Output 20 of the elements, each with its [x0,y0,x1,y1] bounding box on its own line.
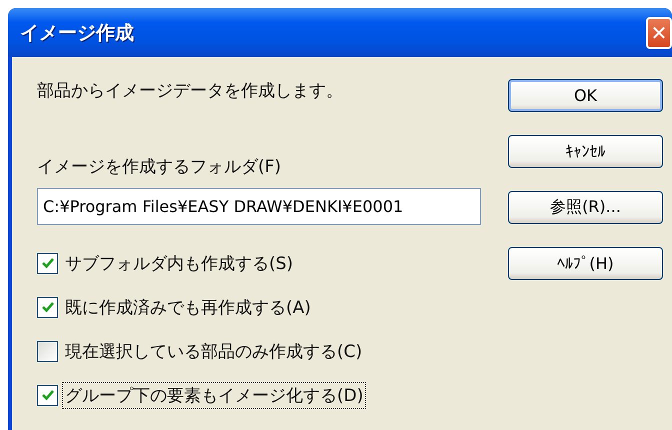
window-title: イメージ作成 [20,20,134,46]
check-icon [40,256,54,270]
checkbox[interactable] [37,340,58,362]
checkbox-label[interactable]: サブフォルダ内も作成する(S) [62,250,296,276]
checkbox-label[interactable]: 現在選択している部品のみ作成する(C) [62,338,366,364]
description-text: 部品からイメージデータを作成します。 [37,80,344,103]
checkbox[interactable] [37,296,58,318]
ok-button[interactable]: OK [508,79,663,112]
folder-path-field[interactable]: C:¥Program Files¥EASY DRAW¥DENKI¥E0001 [37,188,481,225]
check-icon [40,300,54,314]
checkbox[interactable] [37,384,58,406]
checkbox[interactable] [37,252,58,274]
checkbox-label[interactable]: 既に作成済みでも再作成する(A) [62,294,314,320]
check-icon [40,388,54,402]
close-button[interactable]: ✕ [646,16,672,48]
folder-label: イメージを作成するフォルダ(F) [37,156,282,178]
cancel-button[interactable]: ｷｬﾝｾﾙ [508,135,663,168]
browse-button[interactable]: 参照(R)... [508,191,663,224]
checkbox-label[interactable]: グループ下の要素もイメージ化する(D) [62,382,366,408]
help-button[interactable]: ﾍﾙﾌﾟ(H) [508,247,663,280]
